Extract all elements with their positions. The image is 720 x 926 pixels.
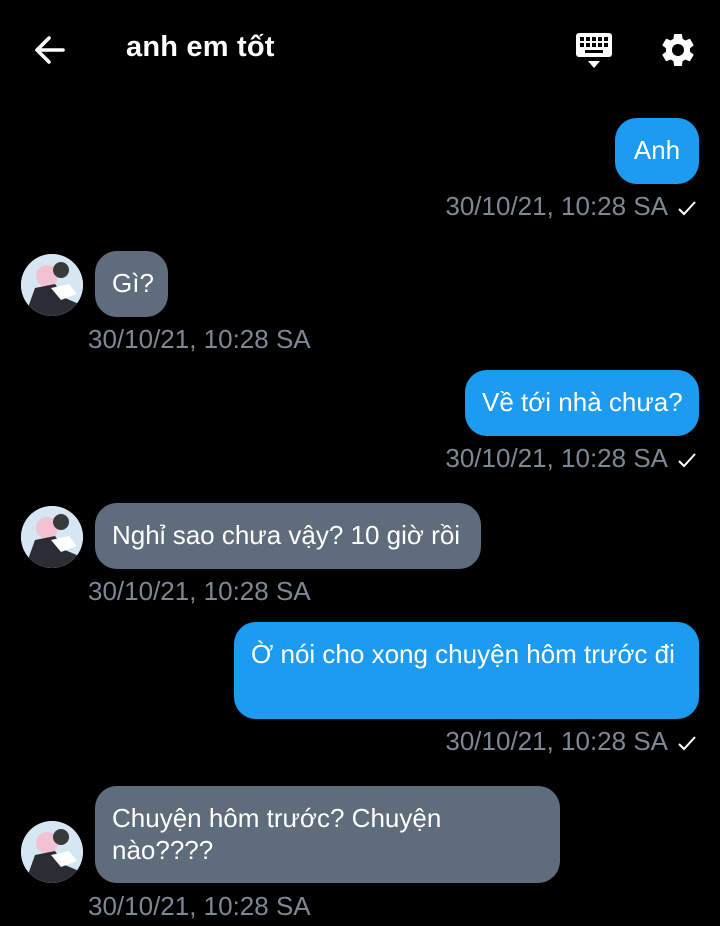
message-timestamp: 30/10/21, 10:28 SA xyxy=(88,324,311,355)
checkmark-icon xyxy=(678,201,696,216)
message-timestamp: 30/10/21, 10:28 SA xyxy=(445,191,698,222)
message-timestamp: 30/10/21, 10:28 SA xyxy=(88,891,311,922)
settings-button[interactable] xyxy=(658,30,698,70)
conversation-title: anh em tốt xyxy=(126,31,275,63)
message-text: Gì? xyxy=(112,268,154,298)
keyboard-button[interactable] xyxy=(574,30,614,72)
timestamp-text: 30/10/21, 10:28 SA xyxy=(445,443,668,473)
avatar[interactable] xyxy=(21,821,83,883)
timestamp-text: 30/10/21, 10:28 SA xyxy=(88,324,311,354)
arrow-left-icon xyxy=(35,36,65,64)
back-button[interactable] xyxy=(30,30,70,70)
message-text: Ờ nói cho xong chuyện hôm trước đi xyxy=(251,639,675,669)
timestamp-text: 30/10/21, 10:28 SA xyxy=(88,891,311,921)
outgoing-message-bubble[interactable]: Anh xyxy=(615,118,699,184)
incoming-message-bubble[interactable]: Gì? xyxy=(95,251,168,317)
avatar[interactable] xyxy=(21,254,83,316)
keyboard-icon xyxy=(576,33,612,68)
checkmark-icon xyxy=(678,453,696,468)
outgoing-message-bubble[interactable]: Về tới nhà chưa? xyxy=(465,370,699,436)
timestamp-text: 30/10/21, 10:28 SA xyxy=(88,576,311,606)
message-timestamp: 30/10/21, 10:28 SA xyxy=(445,726,698,757)
avatar[interactable] xyxy=(21,506,83,568)
timestamp-text: 30/10/21, 10:28 SA xyxy=(445,191,668,221)
message-timestamp: 30/10/21, 10:28 SA xyxy=(445,443,698,474)
gear-icon xyxy=(662,33,694,66)
incoming-message-bubble[interactable]: Chuyện hôm trước? Chuyện nào???? xyxy=(95,786,560,883)
message-text: Nghỉ sao chưa vậy? 10 giờ rồi xyxy=(112,520,461,550)
timestamp-text: 30/10/21, 10:28 SA xyxy=(445,726,668,756)
message-timestamp: 30/10/21, 10:28 SA xyxy=(88,576,311,607)
outgoing-message-bubble[interactable]: Ờ nói cho xong chuyện hôm trước đi xyxy=(234,622,699,719)
chat-header: anh em tốt xyxy=(0,0,720,100)
checkmark-icon xyxy=(678,736,696,751)
incoming-message-bubble[interactable]: Nghỉ sao chưa vậy? 10 giờ rồi xyxy=(95,503,481,569)
message-text: Về tới nhà chưa? xyxy=(482,387,683,417)
message-text: Chuyện hôm trước? Chuyện nào???? xyxy=(112,803,442,865)
message-text: Anh xyxy=(633,135,681,165)
